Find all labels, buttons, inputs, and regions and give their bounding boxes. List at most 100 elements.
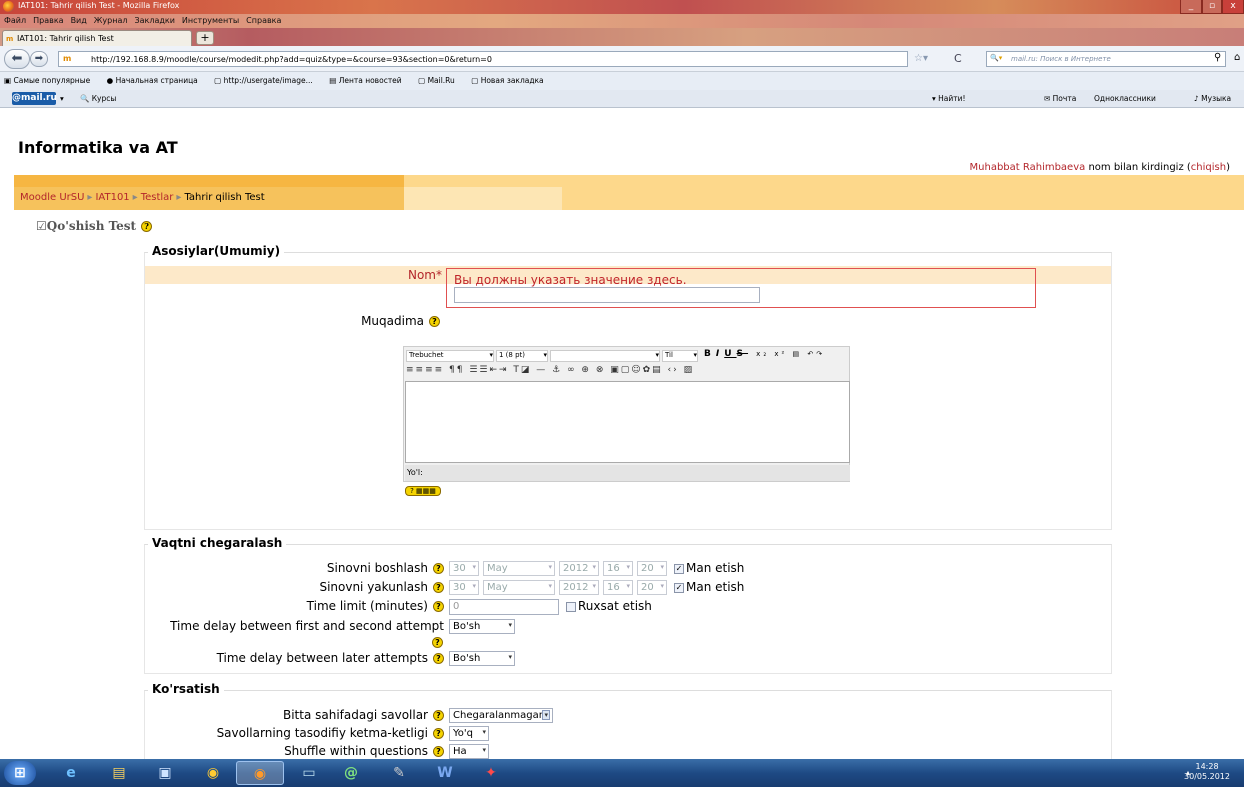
menu-tools[interactable]: Инструменты xyxy=(178,14,242,25)
tab-title: IAT101: Tahrir qilish Test xyxy=(17,34,114,43)
help-icon[interactable]: ? xyxy=(432,635,443,649)
shuffle-questions-select[interactable]: Yo'q ▾ xyxy=(449,726,489,741)
timelimit-label: Time limit (minutes)? xyxy=(230,599,444,613)
network-app-icon[interactable]: ▭ xyxy=(290,761,328,785)
close-year-select[interactable]: 2012 ▾ xyxy=(559,580,599,595)
close-hour-select[interactable]: 16 ▾ xyxy=(603,580,633,595)
maximize-button[interactable]: ▫ xyxy=(1202,0,1222,14)
new-tab-button[interactable]: + xyxy=(196,31,214,45)
editor-path: Yo'l: xyxy=(405,465,850,481)
language-select[interactable]: Til ▾ xyxy=(662,350,698,362)
name-error-box: Вы должны указать значение здесь. xyxy=(446,268,1036,308)
close-disable-checkbox[interactable]: ✓ Man etish xyxy=(674,580,744,594)
file-explorer-icon[interactable]: ▤ xyxy=(100,761,138,785)
bookmark-new[interactable]: ▢ Новая закладка xyxy=(471,76,550,85)
open-year-select[interactable]: 2012 ▾ xyxy=(559,561,599,576)
general-legend: Asosiylar(Umumiy) xyxy=(148,244,285,258)
size-select[interactable]: 1 (8 pt) ▾ xyxy=(496,350,548,362)
internet-explorer-icon[interactable]: e xyxy=(52,761,90,785)
save-app-icon[interactable]: ▣ xyxy=(146,761,184,785)
menu-help[interactable]: Справка xyxy=(242,14,284,25)
breadcrumb-home[interactable]: Moodle UrSU xyxy=(20,192,84,203)
help-icon[interactable]: ? xyxy=(429,316,440,327)
name-label: Nom* xyxy=(407,268,442,282)
timelimit-input[interactable]: 0 xyxy=(449,599,559,615)
system-clock[interactable]: 14:28 30/05.2012 xyxy=(1184,762,1230,782)
bookmark-popular[interactable]: ▣ Самые популярные xyxy=(4,76,97,85)
home-icon[interactable]: ⌂ xyxy=(1234,52,1240,63)
open-month-select[interactable]: May ▾ xyxy=(483,561,555,576)
help-icon[interactable]: ? xyxy=(433,710,444,721)
editor-textarea[interactable] xyxy=(405,381,850,463)
mailru-logo[interactable]: @mail.ru xyxy=(12,92,57,105)
style-select[interactable]: ▾ xyxy=(550,350,660,362)
menu-file[interactable]: Файл xyxy=(0,14,29,25)
chrome-icon[interactable]: ◉ xyxy=(194,761,232,785)
logout-link[interactable]: chiqish xyxy=(1191,162,1226,173)
menu-edit[interactable]: Правка xyxy=(29,14,66,25)
search-go-icon[interactable]: ⚲ xyxy=(1214,52,1221,63)
bookmark-news[interactable]: ▤ Лента новостей xyxy=(329,76,408,85)
tab-bar: m IAT101: Tahrir qilish Test + xyxy=(0,28,1244,46)
shuffle-answers-select[interactable]: Ha ▾ xyxy=(449,744,489,759)
pdf-app-icon[interactable]: ✦ xyxy=(472,761,510,785)
navigation-toolbar: ⬅ ➡ m http://192.168.8.9/moodle/course/m… xyxy=(0,46,1244,72)
delay1-select[interactable]: Bo'sh ▾ xyxy=(449,619,515,634)
firefox-taskbar-button[interactable]: ◉ xyxy=(236,761,284,785)
mailru-find-button[interactable]: ▾ Найти! xyxy=(932,94,966,103)
start-button[interactable]: ⊞ xyxy=(4,761,36,785)
help-icon[interactable]: ? xyxy=(433,653,444,664)
bookmark-start[interactable]: ● Начальная страница xyxy=(107,76,205,85)
help-icon[interactable]: ? xyxy=(433,728,444,739)
search-input[interactable]: 🔍▾ mail.ru: Поиск в Интернете xyxy=(986,51,1226,67)
close-month-select[interactable]: May ▾ xyxy=(483,580,555,595)
close-window-button[interactable]: x xyxy=(1222,0,1244,14)
address-bar[interactable]: m http://192.168.8.9/moodle/course/moded… xyxy=(58,51,908,67)
mailru-search-field[interactable]: 🔍 Курсы xyxy=(80,94,116,103)
editor-toolbar-row2[interactable]: ≡≡≡≡ ¶¶ ☰☰⇤⇥ T◪ — ⚓ ∞ ⊕ ⊗ ▣▢☺✿▤ ‹› ▨ xyxy=(406,365,694,375)
reload-icon[interactable]: C xyxy=(954,52,962,65)
name-input[interactable] xyxy=(454,287,760,303)
delay2-select[interactable]: Bo'sh ▾ xyxy=(449,651,515,666)
menu-history[interactable]: Журнал xyxy=(90,14,131,25)
timelimit-enable-checkbox[interactable]: Ruxsat etish xyxy=(566,599,652,613)
forward-button[interactable]: ➡ xyxy=(30,51,48,67)
close-minute-select[interactable]: 20 ▾ xyxy=(637,580,667,595)
open-day-select[interactable]: 30 ▾ xyxy=(449,561,479,576)
minimize-button[interactable]: _ xyxy=(1180,0,1202,14)
help-icon[interactable]: ? xyxy=(433,601,444,612)
help-icon[interactable]: ? xyxy=(141,221,153,232)
window-title-bar[interactable]: IAT101: Tahrir qilish Test - Mozilla Fir… xyxy=(0,0,1244,14)
menu-bookmarks[interactable]: Закладки xyxy=(130,14,177,25)
editor-help-icon[interactable]: ? ▦▦▦ xyxy=(405,486,441,496)
word-icon[interactable]: W xyxy=(426,761,464,785)
format-buttons[interactable]: BIUS x₂ x² ▤ ↶↷ xyxy=(704,349,825,359)
help-icon[interactable]: ? xyxy=(433,746,444,757)
help-icon[interactable]: ? xyxy=(433,582,444,593)
mailru-agent-icon[interactable]: @ xyxy=(332,761,370,785)
breadcrumb: Moodle UrSU ▸ IAT101 ▸ Testlar ▸ Tahrir qilish… xyxy=(14,187,404,210)
perpage-select[interactable]: Chegaralanmagan ▾ xyxy=(449,708,553,723)
open-hour-select[interactable]: 16 ▾ xyxy=(603,561,633,576)
user-profile-link[interactable]: Muhabbat Rahimbaeva xyxy=(970,162,1086,173)
paint-icon[interactable]: ✎ xyxy=(380,761,418,785)
breadcrumb-quizzes[interactable]: Testlar xyxy=(141,192,174,203)
open-minute-select[interactable]: 20 ▾ xyxy=(637,561,667,576)
delay1-label: Time delay between first and second atte… xyxy=(170,619,444,633)
mail-link[interactable]: ✉ Почта xyxy=(1044,94,1076,103)
menu-view[interactable]: Вид xyxy=(67,14,90,25)
bookmark-star-icon[interactable]: ☆▾ xyxy=(914,53,928,64)
close-day-select[interactable]: 30 ▾ xyxy=(449,580,479,595)
breadcrumb-course[interactable]: IAT101 xyxy=(95,192,129,203)
back-button[interactable]: ⬅ xyxy=(4,49,30,69)
font-select[interactable]: Trebuchet ▾ xyxy=(406,350,494,362)
tab-current[interactable]: m IAT101: Tahrir qilish Test xyxy=(2,30,192,46)
open-disable-checkbox[interactable]: ✓ Man etish xyxy=(674,561,744,575)
odnoklassniki-link[interactable]: Одноклассники xyxy=(1094,94,1156,103)
music-link[interactable]: ♪ Музыка xyxy=(1194,94,1231,103)
mailru-dropdown-icon[interactable]: ▾ xyxy=(60,94,64,103)
bookmark-usergate[interactable]: ▢ http://usergate/image... xyxy=(214,76,320,85)
help-icon[interactable]: ? xyxy=(433,563,444,574)
bookmark-mailru[interactable]: ▢ Mail.Ru xyxy=(418,76,462,85)
window-title: IAT101: Tahrir qilish Test - Mozilla Fir… xyxy=(18,1,180,10)
